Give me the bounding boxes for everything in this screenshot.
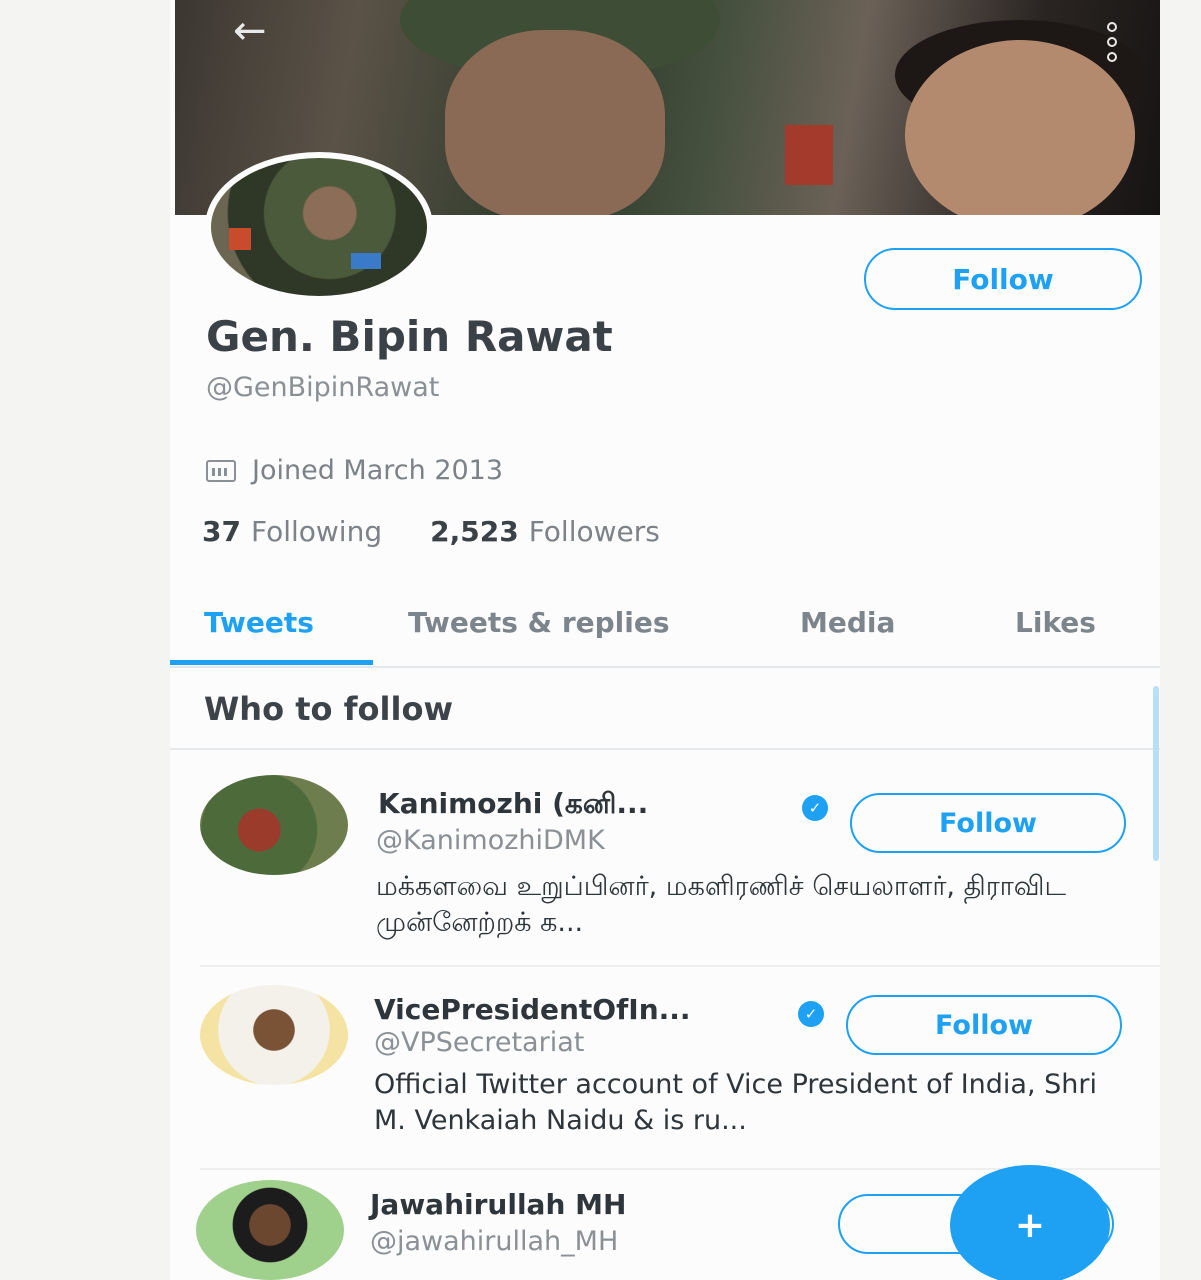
user-handle: @KanimozhiDMK xyxy=(376,825,605,856)
tab-media[interactable]: Media xyxy=(800,606,895,639)
profile-screen: ← Follow Gen. Bipin Rawat @GenBipinRawat… xyxy=(170,0,1160,1280)
user-name[interactable]: VicePresidentOfIn... xyxy=(374,993,691,1026)
verified-badge-icon: ✓ xyxy=(802,795,828,821)
follow-button[interactable]: Follow xyxy=(846,995,1122,1055)
avatar[interactable] xyxy=(200,775,348,875)
profile-name: Gen. Bipin Rawat xyxy=(206,312,613,361)
avatar[interactable] xyxy=(196,1180,344,1280)
user-name[interactable]: Jawahirullah MH xyxy=(370,1188,626,1221)
user-bio: Official Twitter account of Vice Preside… xyxy=(374,1069,1097,1136)
profile-handle: @GenBipinRawat xyxy=(206,372,440,403)
tab-tweets-replies[interactable]: Tweets & replies xyxy=(408,606,670,639)
avatar[interactable] xyxy=(200,985,348,1085)
scrollbar[interactable] xyxy=(1153,686,1159,861)
user-bio: மக்களவை உறுப்பினர், மகளிரணிச் செயலாளர், … xyxy=(376,871,1066,938)
calendar-icon xyxy=(206,459,236,482)
user-handle: @VPSecretariat xyxy=(374,1027,585,1058)
compose-icon: + xyxy=(1014,1204,1046,1246)
joined-date: Joined March 2013 xyxy=(206,455,503,486)
followers-link[interactable]: 2,523 Followers xyxy=(430,515,660,548)
compose-tweet-button[interactable]: + xyxy=(950,1165,1110,1280)
follow-button[interactable]: Follow xyxy=(864,248,1142,310)
who-to-follow-title: Who to follow xyxy=(204,690,454,728)
follow-button[interactable]: Follow xyxy=(850,793,1126,853)
tab-likes[interactable]: Likes xyxy=(1015,606,1096,639)
following-link[interactable]: 37 Following xyxy=(202,515,382,548)
profile-stats: 37 Following 2,523 Followers xyxy=(202,515,660,548)
verified-badge-icon: ✓ xyxy=(798,1001,824,1027)
user-handle: @jawahirullah_MH xyxy=(370,1226,619,1257)
tab-tweets[interactable]: Tweets xyxy=(204,606,314,639)
profile-tabs: Tweets Tweets & replies Media Likes xyxy=(170,600,1160,668)
user-name[interactable]: Kanimozhi (கனி... xyxy=(378,787,648,824)
active-tab-indicator xyxy=(170,660,373,665)
more-options-icon[interactable] xyxy=(1105,22,1119,62)
profile-avatar[interactable] xyxy=(205,152,433,302)
back-arrow-icon[interactable]: ← xyxy=(233,8,267,54)
